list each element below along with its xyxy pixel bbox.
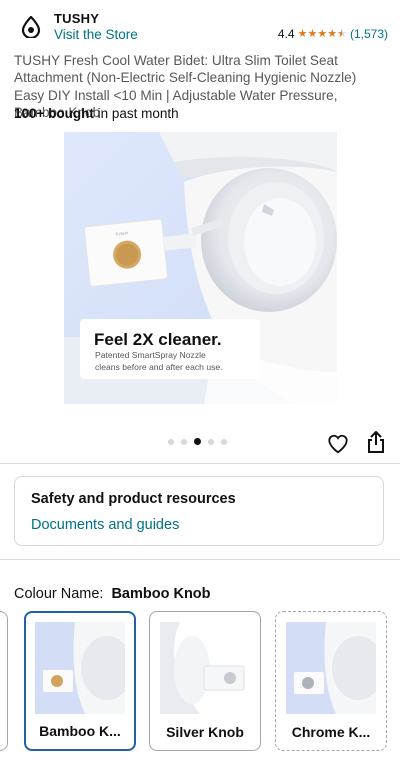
swatch-label: Silver Knob [166, 724, 244, 740]
divider [0, 463, 400, 464]
star-icon: ★ [317, 27, 328, 40]
star-icon: ★ [327, 27, 338, 40]
colour-swatch-chrome[interactable]: Chrome K... [275, 611, 387, 751]
hero-subline-2: cleans before and after each use. [95, 362, 223, 372]
safety-resources-card: Safety and product resources Documents a… [14, 476, 384, 546]
divider [0, 559, 400, 560]
colour-swatch-bamboo[interactable]: Bamboo K... [24, 611, 136, 751]
colour-swatch-list[interactable]: Bamboo K... Silver Knob Chrome K... [0, 611, 400, 753]
star-rating-icon: ★ ★ ★ ★ ★ [297, 27, 347, 40]
carousel-dot[interactable] [221, 438, 227, 445]
star-icon: ★ [297, 27, 308, 40]
swatch-label: Chrome K... [291, 724, 371, 740]
documents-guides-link[interactable]: Documents and guides [31, 517, 179, 533]
star-icon: ★ [307, 27, 318, 40]
brand-name: TUSHY [54, 11, 100, 26]
tushy-logo-icon [21, 16, 41, 38]
colour-swatch-partial[interactable] [0, 611, 8, 751]
hero-headline: Feel 2X cleaner. [94, 330, 222, 349]
brand-header: TUSHY Visit the Store 4.4 ★ ★ ★ ★ ★ (1,5… [14, 8, 388, 44]
hero-subline-1: Patented SmartSpray Nozzle [95, 350, 206, 360]
bamboo-knob-thumbnail [35, 622, 125, 714]
image-carousel-dots[interactable] [168, 438, 227, 445]
share-icon[interactable] [367, 431, 385, 453]
colour-key: Colour Name: [14, 586, 104, 602]
bought-in-past-month: 100+ bought in past month [14, 106, 179, 121]
toilet-bidet-illustration: TUSHY Feel 2X cleaner. Patented SmartSpr… [64, 132, 337, 404]
rating-summary[interactable]: 4.4 ★ ★ ★ ★ ★ (1,573) [278, 27, 388, 41]
rating-value: 4.4 [277, 27, 295, 41]
rating-count-link[interactable]: (1,573) [350, 27, 388, 41]
visit-store-link[interactable]: Visit the Store [54, 27, 138, 42]
product-hero-image[interactable]: TUSHY Feel 2X cleaner. Patented SmartSpr… [64, 132, 337, 404]
swatch-label: Bamboo K... [39, 723, 121, 739]
silver-knob-thumbnail [160, 622, 250, 714]
carousel-dot-active[interactable] [194, 438, 201, 445]
carousel-dot[interactable] [208, 438, 214, 445]
resources-title: Safety and product resources [31, 491, 236, 507]
bought-count: 100+ bought [14, 106, 94, 121]
colour-name-label: Colour Name: Bamboo Knob [14, 586, 211, 602]
chrome-knob-thumbnail [286, 622, 376, 714]
colour-selected-value: Bamboo Knob [111, 586, 211, 602]
bought-suffix: in past month [93, 106, 179, 121]
colour-swatch-silver[interactable]: Silver Knob [149, 611, 261, 751]
carousel-dot[interactable] [168, 438, 174, 445]
carousel-dot[interactable] [181, 438, 187, 445]
heart-icon[interactable] [327, 433, 349, 455]
half-star-icon: ★ [337, 27, 347, 40]
